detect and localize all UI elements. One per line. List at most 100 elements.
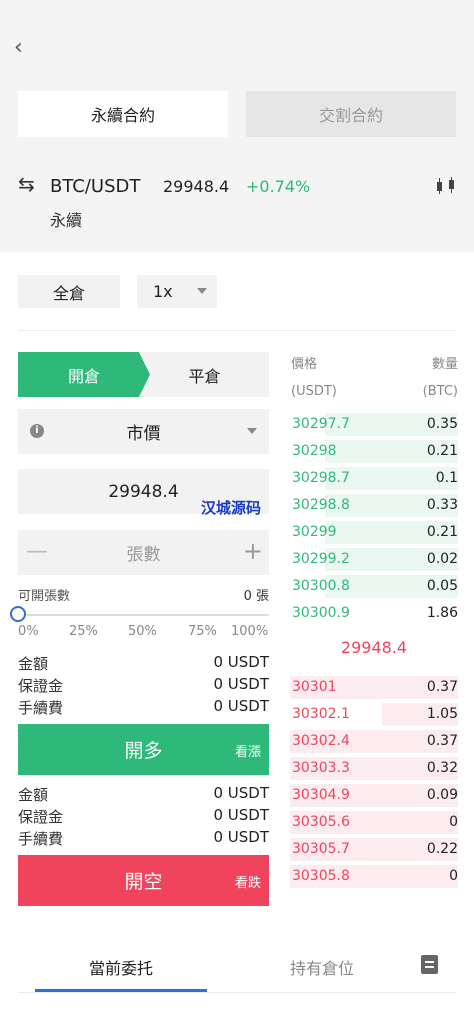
info-icon[interactable]: i	[30, 424, 44, 438]
orderbook-bid-row[interactable]: 30300.8 0.05	[290, 573, 458, 600]
orderbook-ask-row[interactable]: 30305.7 0.22	[290, 836, 458, 863]
close-position-tab[interactable]: 平倉	[140, 352, 269, 397]
orderbook-bid-row[interactable]: 30299 0.21	[290, 519, 458, 546]
price-change: +0.74%	[246, 177, 311, 196]
margin-mode-button[interactable]: 全倉	[18, 275, 120, 308]
long-margin-value: 0 USDT	[213, 675, 269, 693]
short-margin-label: 保證金	[18, 808, 64, 826]
ask-qty: 0.37	[426, 679, 458, 695]
orderbook-bid-row[interactable]: 30298 0.21	[290, 438, 458, 465]
open-long-button[interactable]: 開多 看漲	[18, 724, 269, 775]
watermark-text: 汉城源码	[201, 499, 262, 517]
orderbook-ask-row[interactable]: 30302.4 0.37	[290, 728, 458, 755]
segment-label: 開倉	[67, 366, 100, 386]
orderbook-bid-row[interactable]: 30298.7 0.1	[290, 465, 458, 492]
orderbook-ask-row[interactable]: 30302.1 1.05	[290, 701, 458, 728]
header-panel: ‹ 永續合約 交割合約 ⇆ BTC/USDT 29948.4 +0.74% 永續	[0, 0, 474, 252]
document-icon[interactable]	[421, 955, 438, 974]
button-label: 開多	[124, 740, 163, 762]
tab-perpetual-contract[interactable]: 永續合約	[18, 91, 228, 137]
tab-delivery-contract[interactable]: 交割合約	[246, 91, 456, 137]
bid-qty: 0.02	[426, 551, 458, 567]
order-type-select[interactable]: i 市價	[18, 409, 269, 454]
ask-price: 30305.6	[292, 814, 350, 830]
tab-positions[interactable]: 持有倉位	[236, 955, 408, 979]
ask-qty: 0	[449, 868, 458, 884]
percent-slider-handle[interactable]	[10, 606, 26, 622]
ask-qty: 0.09	[426, 787, 458, 803]
button-hint: 看漲	[234, 745, 261, 760]
ask-price: 30304.9	[292, 787, 350, 803]
orderbook-ask-row[interactable]: 30305.8 0	[290, 863, 458, 890]
long-fee-value: 0 USDT	[213, 697, 269, 715]
tab-current-orders[interactable]: 當前委托	[35, 955, 207, 979]
tab-label: 交割合約	[318, 106, 383, 125]
ask-price: 30302.1	[292, 706, 350, 722]
ask-qty: 0.32	[426, 760, 458, 776]
orderbook-qty-unit: (BTC)	[422, 384, 458, 399]
order-type-value: 市價	[126, 424, 161, 444]
divider	[18, 330, 456, 331]
available-value: 0 張	[243, 589, 269, 604]
short-fee-label: 手續費	[18, 830, 64, 848]
orderbook-price-header: 價格	[291, 357, 318, 372]
segment-label: 平倉	[188, 366, 221, 386]
button-hint: 看跌	[234, 876, 261, 891]
back-arrow-icon[interactable]: ‹	[14, 36, 34, 60]
orderbook-mid-price: 29948.4	[340, 638, 408, 657]
quantity-placeholder: 張數	[126, 545, 161, 565]
orderbook-ask-row[interactable]: 30305.6 0	[290, 809, 458, 836]
tab-label: 持有倉位	[289, 959, 354, 978]
contract-kind: 永續	[50, 211, 83, 230]
ask-qty: 0.22	[426, 841, 458, 857]
swap-pair-icon[interactable]: ⇆	[18, 174, 35, 194]
orderbook-ask-row[interactable]: 30303.3 0.32	[290, 755, 458, 782]
slider-tick[interactable]: 50%	[128, 624, 157, 639]
slider-tick[interactable]: 0%	[18, 624, 39, 639]
divider	[18, 992, 456, 993]
ask-price: 30303.3	[292, 760, 350, 776]
orderbook-qty-header: 數量	[431, 357, 458, 372]
quantity-stepper[interactable]: — 張數 +	[18, 530, 269, 575]
bid-price: 30298	[292, 443, 337, 459]
orderbook-ask-row[interactable]: 30304.9 0.09	[290, 782, 458, 809]
ask-price: 30301	[292, 679, 337, 695]
ask-price: 30305.8	[292, 868, 350, 884]
orderbook-bid-row[interactable]: 30299.2 0.02	[290, 546, 458, 573]
leverage-select[interactable]: 1x	[137, 275, 217, 308]
bid-price: 30299	[292, 524, 337, 540]
button-label: 開空	[124, 871, 163, 893]
short-fee-value: 0 USDT	[213, 828, 269, 846]
bid-qty: 0.1	[435, 470, 458, 486]
tab-label: 永續合約	[90, 106, 155, 125]
trading-pair[interactable]: BTC/USDT	[50, 176, 140, 197]
open-position-tab[interactable]: 開倉	[18, 352, 150, 397]
bid-price: 30298.8	[292, 497, 350, 513]
slider-tick[interactable]: 75%	[188, 624, 217, 639]
bid-price: 30297.7	[292, 416, 350, 432]
bid-qty: 0.21	[426, 524, 458, 540]
open-short-button[interactable]: 開空 看跌	[18, 855, 269, 906]
bid-qty: 0.33	[426, 497, 458, 513]
bid-price: 30300.8	[292, 578, 350, 594]
slider-tick[interactable]: 25%	[69, 624, 98, 639]
margin-mode-label: 全倉	[52, 283, 85, 303]
ask-price: 30302.4	[292, 733, 350, 749]
short-amount-value: 0 USDT	[213, 784, 269, 802]
long-fee-label: 手續費	[18, 699, 64, 717]
percent-slider-track[interactable]	[18, 614, 269, 616]
bid-qty: 0.05	[426, 578, 458, 594]
orderbook-bid-row[interactable]: 30297.7 0.35	[290, 411, 458, 438]
slider-tick[interactable]: 100%	[231, 624, 268, 639]
orderbook-bid-row[interactable]: 30298.8 0.33	[290, 492, 458, 519]
bid-price: 30299.2	[292, 551, 350, 567]
candlestick-chart-icon[interactable]	[434, 176, 458, 196]
long-amount-value: 0 USDT	[213, 653, 269, 671]
orderbook-ask-row[interactable]: 30301 0.37	[290, 674, 458, 701]
tab-label: 當前委托	[88, 959, 153, 978]
price-value: 29948.4	[108, 481, 179, 502]
orderbook-bid-row[interactable]: 30300.9 1.86	[290, 600, 458, 627]
plus-icon[interactable]: +	[243, 538, 263, 564]
ask-price: 30305.7	[292, 841, 350, 857]
minus-icon[interactable]: —	[26, 540, 48, 564]
